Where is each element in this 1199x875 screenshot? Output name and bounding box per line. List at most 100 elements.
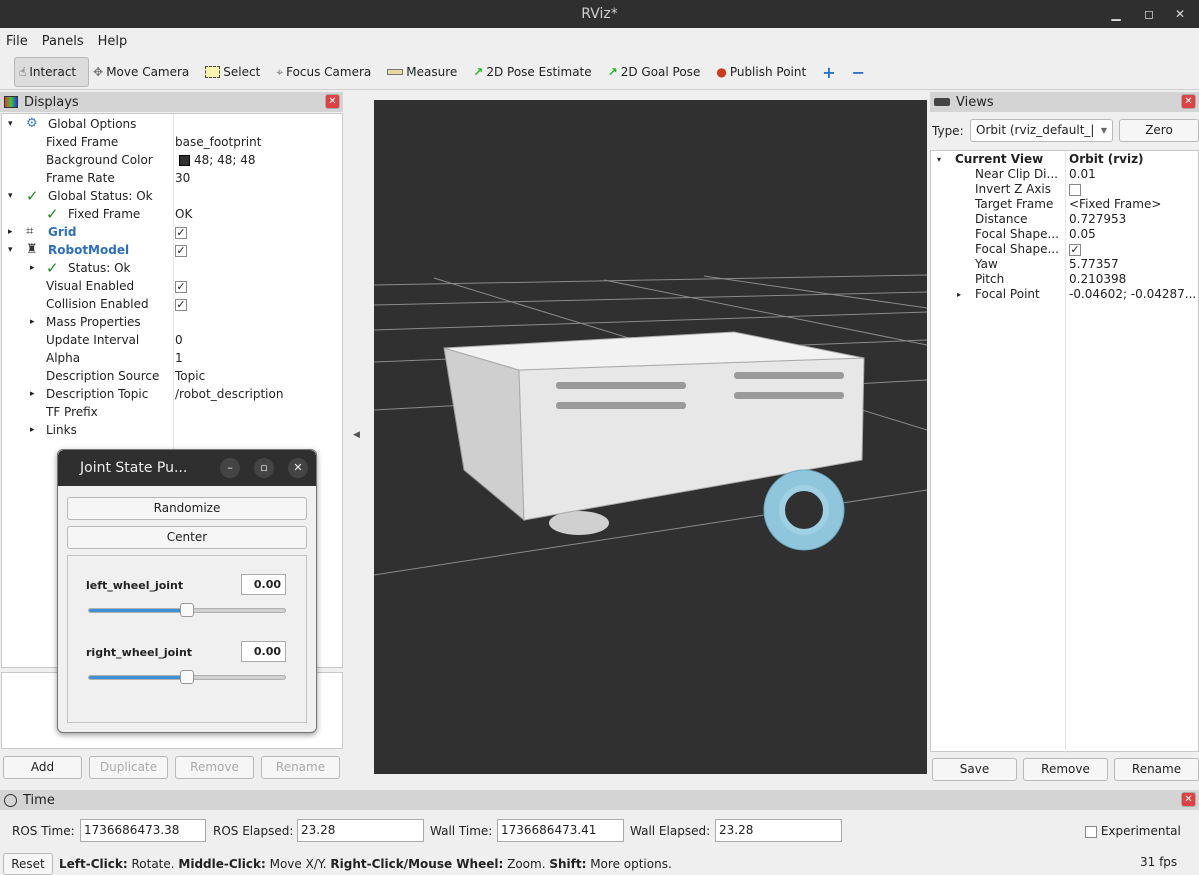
view-tree-row[interactable]: Distance 0.727953	[931, 212, 1198, 227]
display-tree-row[interactable]: Visual Enabled ✓	[2, 277, 342, 295]
collapse-arrow-icon[interactable]: ▸	[30, 385, 35, 403]
display-tree-row[interactable]: ▸ Links	[2, 421, 342, 439]
row-value[interactable]: 0.01	[1069, 167, 1096, 182]
row-value[interactable]: 1	[175, 349, 183, 367]
row-value[interactable]: -0.04602; -0.04287...	[1069, 287, 1196, 302]
display-tree-row[interactable]: ▸ ✓ Status: Ok	[2, 259, 342, 277]
display-tree-row[interactable]: Background Color 48; 48; 48	[2, 151, 342, 169]
joint-slider[interactable]	[88, 670, 286, 684]
view-tree-row[interactable]: ▸ Focal Point -0.04602; -0.04287...	[931, 287, 1198, 302]
display-tree-row[interactable]: ▾ ⚙ Global Options	[2, 115, 342, 133]
close-panel-icon[interactable]: ✕	[1181, 792, 1196, 807]
row-value[interactable]: base_footprint	[175, 133, 261, 151]
row-value[interactable]	[1069, 182, 1081, 197]
view-tree-row[interactable]: Target Frame <Fixed Frame>	[931, 197, 1198, 212]
3d-viewport[interactable]	[373, 100, 928, 774]
wall-elapsed-field[interactable]: 23.28	[715, 819, 842, 842]
joint-slider[interactable]	[88, 603, 286, 617]
collapse-arrow-icon[interactable]: ▸	[30, 421, 35, 439]
close-panel-icon[interactable]: ✕	[1181, 94, 1196, 109]
tool-focus-camera[interactable]: ⌖ Focus Camera	[272, 57, 383, 87]
tool-interact[interactable]: ☝ Interact	[14, 57, 90, 87]
display-tree-row[interactable]: Fixed Frame base_footprint	[2, 133, 342, 151]
collapse-arrow-icon[interactable]: ▸	[8, 223, 13, 241]
joint-value-field[interactable]: 0.00	[241, 574, 286, 595]
enabled-checkbox[interactable]: ✓	[175, 244, 187, 257]
duplicate-display-button[interactable]: Duplicate	[89, 756, 168, 779]
row-value[interactable]: 0.05	[1069, 227, 1096, 242]
expand-arrow-icon[interactable]: ▾	[8, 187, 13, 205]
tool-measure[interactable]: Measure	[383, 57, 469, 87]
row-value[interactable]: 0.727953	[1069, 212, 1126, 227]
display-tree-row[interactable]: ▸ ⌗ Grid ✓	[2, 223, 342, 241]
row-value[interactable]: ✓	[175, 295, 187, 313]
menu-help[interactable]: Help	[98, 34, 128, 49]
row-value[interactable]: 0	[175, 331, 183, 349]
rename-display-button[interactable]: Rename	[261, 756, 340, 779]
view-tree-row[interactable]: Focal Shape... ✓	[931, 242, 1198, 257]
tool-2d-pose-estimate[interactable]: ↗ 2D Pose Estimate	[469, 57, 603, 87]
remove-display-button[interactable]: Remove	[175, 756, 254, 779]
enabled-checkbox[interactable]: ✓	[175, 298, 187, 311]
view-tree-row[interactable]: Near Clip Di... 0.01	[931, 167, 1198, 182]
collapse-left-arrow[interactable]: ◀	[353, 430, 360, 440]
display-tree-row[interactable]: Frame Rate 30	[2, 169, 342, 187]
view-tree-row[interactable]: Pitch 0.210398	[931, 272, 1198, 287]
tool-select[interactable]: Select	[201, 57, 272, 87]
row-value[interactable]: <Fixed Frame>	[1069, 197, 1161, 212]
randomize-button[interactable]: Randomize	[67, 497, 307, 520]
close-button[interactable]: ✕	[1170, 0, 1190, 28]
row-value[interactable]: ✓	[175, 223, 187, 241]
row-value[interactable]: ✓	[1069, 242, 1081, 257]
add-tool-button[interactable]: +	[818, 57, 847, 87]
collapse-arrow-icon[interactable]: ▸	[30, 259, 35, 277]
minimize-icon[interactable]: –	[220, 458, 240, 478]
expand-arrow-icon[interactable]: ▾	[8, 115, 13, 133]
center-button[interactable]: Center	[67, 526, 307, 549]
close-panel-icon[interactable]: ✕	[325, 94, 340, 109]
display-tree-row[interactable]: Description Source Topic	[2, 367, 342, 385]
dialog-title-bar[interactable]: Joint State Pu... – ▫ ✕	[58, 450, 316, 486]
enabled-checkbox[interactable]: ✓	[175, 280, 187, 293]
checkbox[interactable]: ✓	[1069, 243, 1081, 256]
tool-publish-point[interactable]: ● Publish Point	[712, 57, 818, 87]
rename-view-button[interactable]: Rename	[1114, 758, 1199, 781]
display-tree-row[interactable]: ▸ Mass Properties	[2, 313, 342, 331]
tool-move-camera[interactable]: ✥ Move Camera	[89, 57, 201, 87]
maximize-button[interactable]: ◻	[1139, 0, 1159, 28]
remove-view-button[interactable]: Remove	[1023, 758, 1108, 781]
row-value[interactable]: 0.210398	[1069, 272, 1126, 287]
view-tree-row[interactable]: Yaw 5.77357	[931, 257, 1198, 272]
row-value[interactable]: 5.77357	[1069, 257, 1119, 272]
tool-2d-goal-pose[interactable]: ↗ 2D Goal Pose	[604, 57, 713, 87]
minimize-button[interactable]: ▁	[1106, 0, 1126, 28]
row-value[interactable]: ✓	[175, 277, 187, 295]
reset-button[interactable]: Reset	[3, 853, 53, 875]
view-type-dropdown[interactable]: Orbit (rviz_default_| ▼	[970, 119, 1113, 142]
display-tree-row[interactable]: ▸ Description Topic/robot_description	[2, 385, 342, 403]
row-value[interactable]: Topic	[175, 367, 205, 385]
ros-elapsed-field[interactable]: 23.28	[297, 819, 424, 842]
checkbox[interactable]	[1069, 183, 1081, 196]
experimental-checkbox[interactable]: Experimental	[1085, 824, 1181, 838]
row-value[interactable]: OK	[175, 205, 192, 223]
save-view-button[interactable]: Save	[932, 758, 1017, 781]
zero-button[interactable]: Zero	[1119, 119, 1199, 142]
display-tree-row[interactable]: TF Prefix	[2, 403, 342, 421]
display-tree-row[interactable]: Update Interval 0	[2, 331, 342, 349]
expand-arrow-icon[interactable]: ▾	[937, 152, 941, 167]
collapse-arrow-icon[interactable]: ▸	[957, 287, 961, 302]
view-tree-row[interactable]: Focal Shape... 0.05	[931, 227, 1198, 242]
slider-handle[interactable]	[180, 603, 194, 617]
wall-time-field[interactable]: 1736686473.41	[497, 819, 624, 842]
row-value[interactable]: ✓	[175, 241, 187, 259]
view-tree-row[interactable]: Invert Z Axis	[931, 182, 1198, 197]
row-value[interactable]: 30	[175, 169, 190, 187]
display-tree-row[interactable]: ✓ Fixed Frame OK	[2, 205, 342, 223]
joint-value-field[interactable]: 0.00	[241, 641, 286, 662]
ros-time-field[interactable]: 1736686473.38	[80, 819, 206, 842]
menu-file[interactable]: File	[6, 34, 28, 49]
display-tree-row[interactable]: ▾ ♜ RobotModel ✓	[2, 241, 342, 259]
enabled-checkbox[interactable]: ✓	[175, 226, 187, 239]
slider-handle[interactable]	[180, 670, 194, 684]
